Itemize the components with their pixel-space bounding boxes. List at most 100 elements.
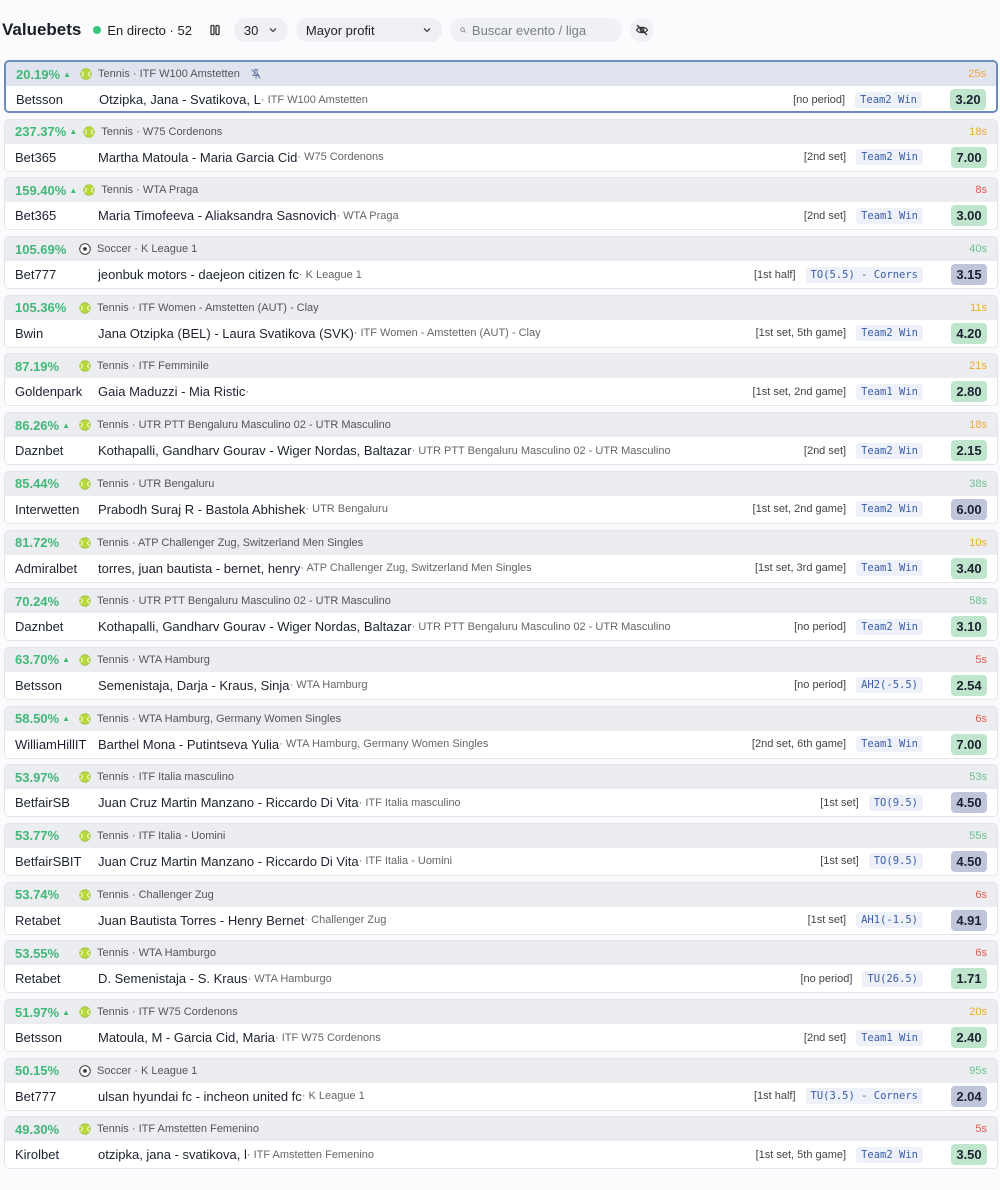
profit-value: 159.40% ▲	[15, 183, 77, 198]
profit-value: 51.97% ▲	[15, 1005, 73, 1020]
valuebet-card[interactable]: 70.24% Tennis · UTR PTT Bengaluru Masculi…	[4, 588, 998, 642]
profit-text: 51.97%	[15, 1004, 60, 1020]
sort-select[interactable]: Mayor profit	[295, 18, 442, 42]
bookmaker-name: BetfairSB	[15, 795, 70, 811]
odds-button[interactable]: 2.54	[951, 674, 987, 696]
period-label: [no period]	[793, 93, 846, 106]
bet-detail-row: Kirolbet otzipka, jana - svatikova, l · I…	[5, 1141, 997, 1169]
odds-button[interactable]: 4.91	[951, 909, 987, 931]
valuebet-card[interactable]: 50.15% Soccer · K League 1 95s Bet777 ulsan …	[4, 1057, 998, 1111]
event-name[interactable]: Otzipka, Jana - Svatikova, L	[99, 92, 261, 107]
odds-button[interactable]: 3.00	[951, 205, 987, 227]
bookmaker-name: Bet365	[15, 208, 57, 224]
event-league: ·	[245, 385, 250, 398]
bookmaker-name: Bet777	[15, 1088, 57, 1104]
age-label: 5s	[975, 1123, 987, 1136]
event-name[interactable]: Juan Cruz Martin Manzano - Riccardo Di V…	[98, 795, 359, 810]
profit-value: 20.19% ▲	[16, 67, 74, 82]
odds-button[interactable]: 2.15	[951, 440, 987, 462]
profit-value: 63.70% ▲	[15, 652, 73, 667]
event-name[interactable]: Semenistaja, Darja - Kraus, Sinja	[98, 678, 289, 693]
event-name[interactable]: otzipka, jana - svatikova, l	[98, 1147, 247, 1162]
valuebet-card[interactable]: 86.26% ▲ Tennis · UTR PTT Bengaluru Mascul…	[4, 412, 998, 466]
period-label: [1st set, 2nd game]	[752, 503, 847, 516]
market-badge: Team1 Win	[856, 560, 923, 576]
event-name[interactable]: Kothapalli, Gandharv Gourav - Wiger Nord…	[98, 619, 412, 634]
bet-detail-row: Goldenpark Gaia Maduzzi - Mia Ristic · [1…	[5, 378, 997, 406]
event-name[interactable]: Juan Bautista Torres - Henry Bernet	[98, 913, 304, 928]
valuebet-card[interactable]: 20.19% ▲ Tennis · ITF W100 Amstetten 25s Bet…	[4, 60, 998, 113]
valuebet-card[interactable]: 85.44% Tennis · UTR Bengaluru 38s Interwett…	[4, 470, 998, 524]
search-input[interactable]	[471, 22, 612, 38]
event-name[interactable]: torres, juan bautista - bernet, henry	[98, 561, 300, 576]
event-league: · K League 1	[301, 1090, 365, 1103]
sport-league-label: Tennis · ATP Challenger Zug, Switzerland…	[97, 536, 364, 549]
search-box[interactable]	[449, 18, 622, 42]
valuebet-card[interactable]: 53.55% Tennis · WTA Hamburgo 6s Retabet D. S…	[4, 940, 998, 994]
bet-detail-row: Retabet D. Semenistaja - S. Kraus · WTA H…	[5, 965, 997, 993]
pause-button[interactable]	[204, 19, 226, 41]
odds-button[interactable]: 4.20	[951, 322, 987, 344]
event-name[interactable]: Matoula, M - Garcia Cid, Maria	[98, 1030, 275, 1045]
profit-text: 63.70%	[15, 652, 60, 668]
event-name[interactable]: Martha Matoula - Maria Garcia Cid	[98, 150, 297, 165]
event-name[interactable]: Maria Timofeeva - Aliaksandra Sasnovich	[98, 208, 336, 223]
odds-button[interactable]: 2.04	[951, 1085, 987, 1107]
profit-value: 237.37% ▲	[15, 124, 77, 139]
event-name[interactable]: Juan Cruz Martin Manzano - Riccardo Di V…	[98, 854, 359, 869]
valuebet-card[interactable]: 49.30% Tennis · ITF Amstetten Femenino 5s K…	[4, 1116, 998, 1170]
valuebet-card[interactable]: 87.19% Tennis · ITF Femminile 21s Goldenpar…	[4, 353, 998, 407]
valuebet-card[interactable]: 53.97% Tennis · ITF Italia masculino 53s Be…	[4, 764, 998, 818]
odds-button[interactable]: 6.00	[951, 498, 987, 520]
bet-header-row: 105.69% Soccer · K League 1 40s	[5, 237, 997, 262]
event-league: · ITF Italia - Uomini	[358, 855, 453, 868]
event-name[interactable]: Prabodh Suraj R - Bastola Abhishek	[98, 502, 305, 517]
odds-button[interactable]: 3.10	[951, 616, 987, 638]
valuebet-card[interactable]: 159.40% ▲ Tennis · WTA Praga 8s Bet365 Maria …	[4, 177, 998, 231]
trend-up-icon: ▲	[69, 127, 78, 137]
market-badge: Team1 Win	[856, 736, 923, 753]
count-select[interactable]: 30	[233, 18, 288, 42]
event-name[interactable]: Jana Otzipka (BEL) - Laura Svatikova (SV…	[98, 326, 354, 341]
hide-toggle-button[interactable]	[629, 18, 654, 42]
odds-button[interactable]: 3.20	[950, 89, 986, 110]
valuebet-card[interactable]: 81.72% Tennis · ATP Challenger Zug, Switz…	[4, 529, 998, 583]
event-name[interactable]: D. Semenistaja - S. Kraus	[98, 971, 248, 986]
valuebet-card[interactable]: 53.74% Tennis · Challenger Zug 6s Retabet Ju…	[4, 881, 998, 935]
odds-button[interactable]: 2.40	[951, 1027, 987, 1048]
odds-button[interactable]: 7.00	[951, 146, 987, 168]
bet-detail-row: Bet365 Martha Matoula - Maria Garcia Cid …	[5, 143, 997, 171]
odds-button[interactable]: 3.40	[951, 557, 987, 579]
event-name[interactable]: Barthel Mona - Putintseva Yulia	[98, 737, 279, 752]
event-name[interactable]: Gaia Maduzzi - Mia Ristic	[98, 384, 245, 399]
valuebet-card[interactable]: 105.36% Tennis · ITF Women - Amstetten (A…	[4, 294, 998, 348]
odds-button[interactable]: 4.50	[951, 850, 987, 872]
event-name[interactable]: jeonbuk motors - daejeon citizen fc	[98, 267, 299, 282]
odds-button[interactable]: 3.50	[951, 1144, 987, 1166]
event-league: · WTA Praga	[336, 209, 399, 222]
sort-value: Mayor profit	[305, 22, 375, 38]
bookmaker-name: Admiralbet	[15, 560, 78, 576]
odds-button[interactable]: 7.00	[951, 733, 987, 755]
event-name[interactable]: ulsan hyundai fc - incheon united fc	[98, 1089, 302, 1104]
valuebet-card[interactable]: 58.50% ▲ Tennis · WTA Hamburg, Germany Wom…	[4, 705, 998, 759]
valuebet-card[interactable]: 51.97% ▲ Tennis · ITF W75 Cordenons 20s Bets…	[4, 999, 998, 1052]
market-badge: TO(9.5)	[868, 794, 923, 811]
period-label: [1st set]	[820, 855, 859, 868]
period-label: [1st set, 5th game]	[755, 1148, 847, 1161]
bookmaker-name: Goldenpark	[15, 384, 83, 400]
profit-text: 53.74%	[15, 887, 60, 903]
valuebet-card[interactable]: 237.37% ▲ Tennis · W75 Cordenons 18s Bet365 M…	[4, 118, 998, 172]
unpin-icon[interactable]	[250, 68, 262, 80]
valuebet-card[interactable]: 105.69% Soccer · K League 1 40s Bet777 jeonb…	[4, 236, 998, 290]
odds-button[interactable]: 1.71	[951, 968, 987, 990]
bookmaker-name: WilliamHillIT	[15, 736, 87, 752]
valuebet-card[interactable]: 63.70% ▲ Tennis · WTA Hamburg 5s Betsson Seme…	[4, 646, 998, 700]
odds-button[interactable]: 3.15	[951, 264, 987, 286]
event-league: · ITF W100 Amstetten	[260, 93, 368, 106]
odds-button[interactable]: 4.50	[951, 792, 987, 814]
valuebet-card[interactable]: 53.77% Tennis · ITF Italia - Uomini 55s Bet…	[4, 822, 998, 876]
live-indicator[interactable]: En directo · 52	[93, 23, 192, 38]
event-name[interactable]: Kothapalli, Gandharv Gourav - Wiger Nord…	[98, 443, 412, 458]
odds-button[interactable]: 2.80	[951, 381, 987, 403]
